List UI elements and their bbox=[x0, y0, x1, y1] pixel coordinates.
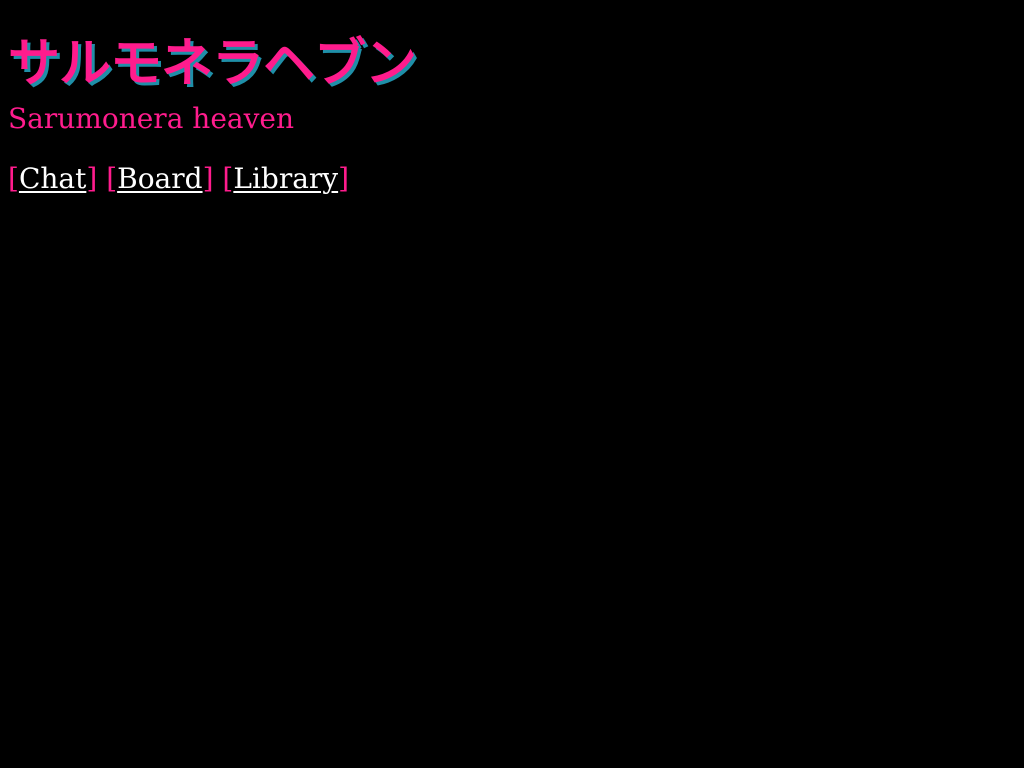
bracket-open: [ bbox=[222, 162, 234, 195]
nav-link-library[interactable]: Library bbox=[233, 162, 338, 195]
bracket-open: [ bbox=[106, 162, 118, 195]
bracket-close: ] bbox=[86, 162, 98, 195]
bracket-close: ] bbox=[338, 162, 350, 195]
main-nav: [Chat] [Board] [Library] bbox=[8, 162, 350, 195]
nav-link-chat[interactable]: Chat bbox=[19, 162, 86, 195]
page: サルモネラヘブン Sarumonera heaven [Chat] [Board… bbox=[0, 0, 1024, 768]
site-subtitle: Sarumonera heaven bbox=[8, 102, 295, 135]
nav-link-board[interactable]: Board bbox=[117, 162, 202, 195]
site-title: サルモネラヘブン bbox=[8, 34, 417, 94]
bracket-open: [ bbox=[8, 162, 19, 195]
bracket-close: ] bbox=[202, 162, 214, 195]
